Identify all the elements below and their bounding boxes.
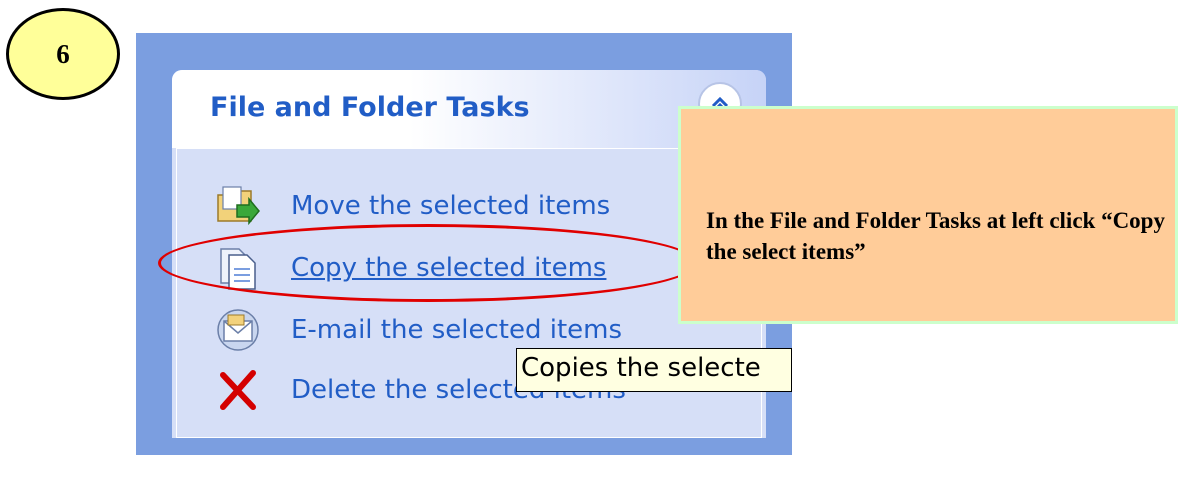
tooltip: Copies the selecte — [516, 348, 792, 392]
panel-title: File and Folder Tasks — [210, 92, 530, 123]
delete-x-icon — [215, 367, 261, 413]
panel-header[interactable]: File and Folder Tasks — [172, 70, 766, 148]
task-label: E-mail the selected items — [291, 315, 623, 345]
red-highlight-ellipse — [158, 224, 698, 302]
step-number: 6 — [56, 38, 70, 69]
instruction-callout: In the File and Folder Tasks at left cli… — [678, 106, 1178, 324]
callout-text: In the File and Folder Tasks at left cli… — [706, 208, 1165, 264]
step-number-badge: 6 — [6, 8, 120, 100]
move-folder-icon — [215, 183, 261, 229]
email-envelope-icon — [215, 307, 261, 353]
task-label: Move the selected items — [291, 191, 611, 221]
